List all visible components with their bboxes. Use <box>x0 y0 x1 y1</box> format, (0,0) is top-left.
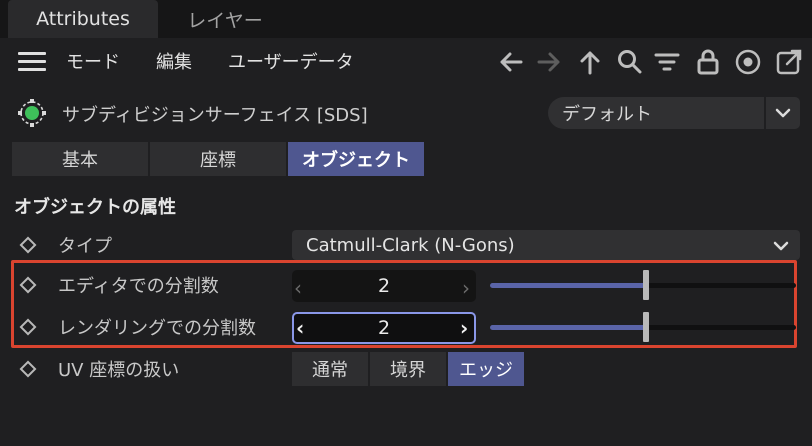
animation-key-icon[interactable] <box>19 236 37 254</box>
slider-handle[interactable] <box>643 270 650 300</box>
param-label-editor-subdivisions: エディタでの分割数 <box>58 276 219 297</box>
increment-arrow-icon[interactable]: › <box>460 312 468 344</box>
animation-key-icon[interactable] <box>19 360 37 378</box>
back-arrow-icon[interactable] <box>496 47 526 77</box>
tab-coordinates[interactable]: 座標 <box>150 142 286 176</box>
menu-edit[interactable]: 編集 <box>156 46 192 76</box>
preset-label: デフォルト <box>562 104 652 125</box>
chevron-down-icon[interactable] <box>772 103 794 123</box>
editor-subdivisions-value: 2 <box>377 275 391 297</box>
uv-option-edge[interactable]: エッジ <box>448 352 524 386</box>
tab-object[interactable]: オブジェクト <box>288 142 424 176</box>
param-label-render-subdivisions: レンダリングでの分割数 <box>58 318 256 339</box>
section-title: オブジェクトの属性 <box>14 197 176 218</box>
uv-option-boundary[interactable]: 境界 <box>370 352 446 386</box>
uv-option-normal[interactable]: 通常 <box>292 352 368 386</box>
sds-object-icon <box>16 97 48 129</box>
slider-fill <box>490 283 647 288</box>
up-arrow-icon[interactable] <box>575 47 605 77</box>
preset-divider <box>764 97 766 129</box>
tab-layers[interactable]: レイヤー <box>160 0 290 38</box>
tab-attributes[interactable]: Attributes <box>8 0 158 38</box>
render-subdivisions-value: 2 <box>377 317 391 339</box>
menu-mode[interactable]: モード <box>66 46 120 76</box>
param-label-type: タイプ <box>58 236 112 257</box>
lock-icon[interactable] <box>693 47 723 77</box>
menu-user-data[interactable]: ユーザーデータ <box>228 46 354 76</box>
chevron-down-icon[interactable] <box>770 236 792 256</box>
slider-fill <box>490 325 647 330</box>
forward-arrow-icon[interactable] <box>534 47 564 77</box>
filter-icon[interactable] <box>652 47 682 77</box>
hamburger-menu-icon[interactable] <box>18 52 46 72</box>
tab-basic[interactable]: 基本 <box>12 142 148 176</box>
new-window-icon[interactable] <box>774 47 804 77</box>
target-icon[interactable] <box>733 47 763 77</box>
type-dropdown-value: Catmull-Clark (N-Gons) <box>306 234 515 256</box>
param-label-uv-handling: UV 座標の扱い <box>58 360 180 381</box>
object-name: サブディビジョンサーフェイス [SDS] <box>62 105 368 126</box>
search-icon[interactable] <box>615 47 645 77</box>
increment-arrow-icon[interactable]: › <box>462 272 470 304</box>
slider-handle[interactable] <box>643 312 650 342</box>
